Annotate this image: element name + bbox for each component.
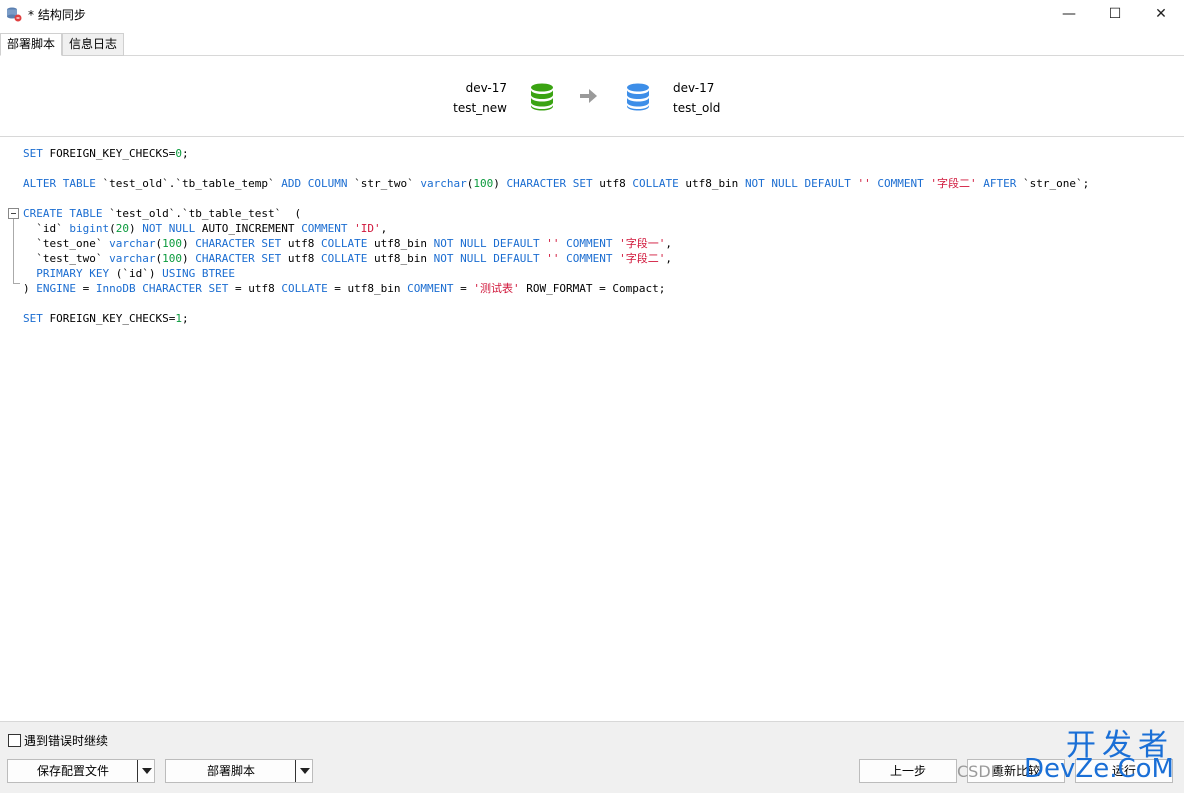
source-database: test_new: [453, 101, 507, 115]
script-editor[interactable]: SET FOREIGN_KEY_CHECKS=0; ALTER TABLE `t…: [0, 137, 1184, 721]
arrow-right-icon: [580, 89, 597, 103]
prev-step-button[interactable]: 上一步: [859, 759, 957, 783]
watermark-domain: DevZe.CoM: [1024, 754, 1174, 784]
save-config-button[interactable]: 保存配置文件: [7, 759, 155, 783]
maximize-button[interactable]: ☐: [1092, 0, 1138, 28]
tab-info-log[interactable]: 信息日志: [62, 33, 125, 56]
maximize-icon: ☐: [1108, 6, 1122, 22]
target-server: dev-17: [673, 81, 715, 95]
tab-strip: 部署脚本 信息日志: [0, 33, 1184, 56]
tab-deploy-script[interactable]: 部署脚本: [0, 33, 63, 56]
title-bar: * 结构同步 — ☐ ✕: [0, 0, 1184, 28]
collapse-toggle-icon[interactable]: [8, 208, 19, 219]
chevron-down-icon[interactable]: [295, 760, 312, 782]
target-database: test_old: [673, 101, 721, 115]
save-config-label: 保存配置文件: [36, 764, 109, 778]
source-server: dev-17: [465, 81, 507, 95]
code-line: ALTER TABLE `test_old`.`tb_table_temp` A…: [23, 177, 1090, 190]
fold-guide: [13, 219, 14, 283]
close-button[interactable]: ✕: [1138, 0, 1184, 28]
code-line: ) ENGINE = InnoDB CHARACTER SET = utf8 C…: [23, 282, 666, 295]
close-icon: ✕: [1155, 6, 1167, 22]
watermark-overlay: CSDN: [957, 762, 1003, 781]
minimize-button[interactable]: —: [1046, 0, 1092, 28]
target-connection: dev-17 test_old: [673, 78, 720, 118]
bottom-panel: 遇到错误时继续 保存配置文件 部署脚本 上一步 重新比较 运行: [0, 721, 1184, 793]
deploy-script-label: 部署脚本: [206, 764, 255, 778]
sync-app-icon: [7, 7, 22, 22]
deploy-script-button[interactable]: 部署脚本: [165, 759, 313, 783]
minimize-icon: —: [1062, 6, 1076, 22]
code-line: `id` bigint(20) NOT NULL AUTO_INCREMENT …: [23, 222, 388, 235]
continue-on-error-label: 遇到错误时继续: [24, 734, 109, 748]
sync-header: dev-17 test_new dev-17 test_old: [0, 56, 1184, 137]
window-title: * 结构同步: [28, 8, 86, 22]
target-database-icon: [627, 83, 649, 111]
code-line: SET FOREIGN_KEY_CHECKS=0;: [23, 147, 189, 160]
source-database-icon: [531, 83, 553, 111]
code-line: PRIMARY KEY (`id`) USING BTREE: [36, 267, 235, 280]
code-line: CREATE TABLE `test_old`.`tb_table_test` …: [23, 207, 302, 220]
fold-guide-end: [13, 283, 20, 284]
code-line: SET FOREIGN_KEY_CHECKS=1;: [23, 312, 189, 325]
continue-on-error-checkbox[interactable]: [8, 734, 21, 747]
source-connection: dev-17 test_new: [453, 78, 507, 118]
chevron-down-icon[interactable]: [137, 760, 154, 782]
code-line: `test_two` varchar(100) CHARACTER SET ut…: [23, 252, 672, 265]
code-line: `test_one` varchar(100) CHARACTER SET ut…: [23, 237, 672, 250]
